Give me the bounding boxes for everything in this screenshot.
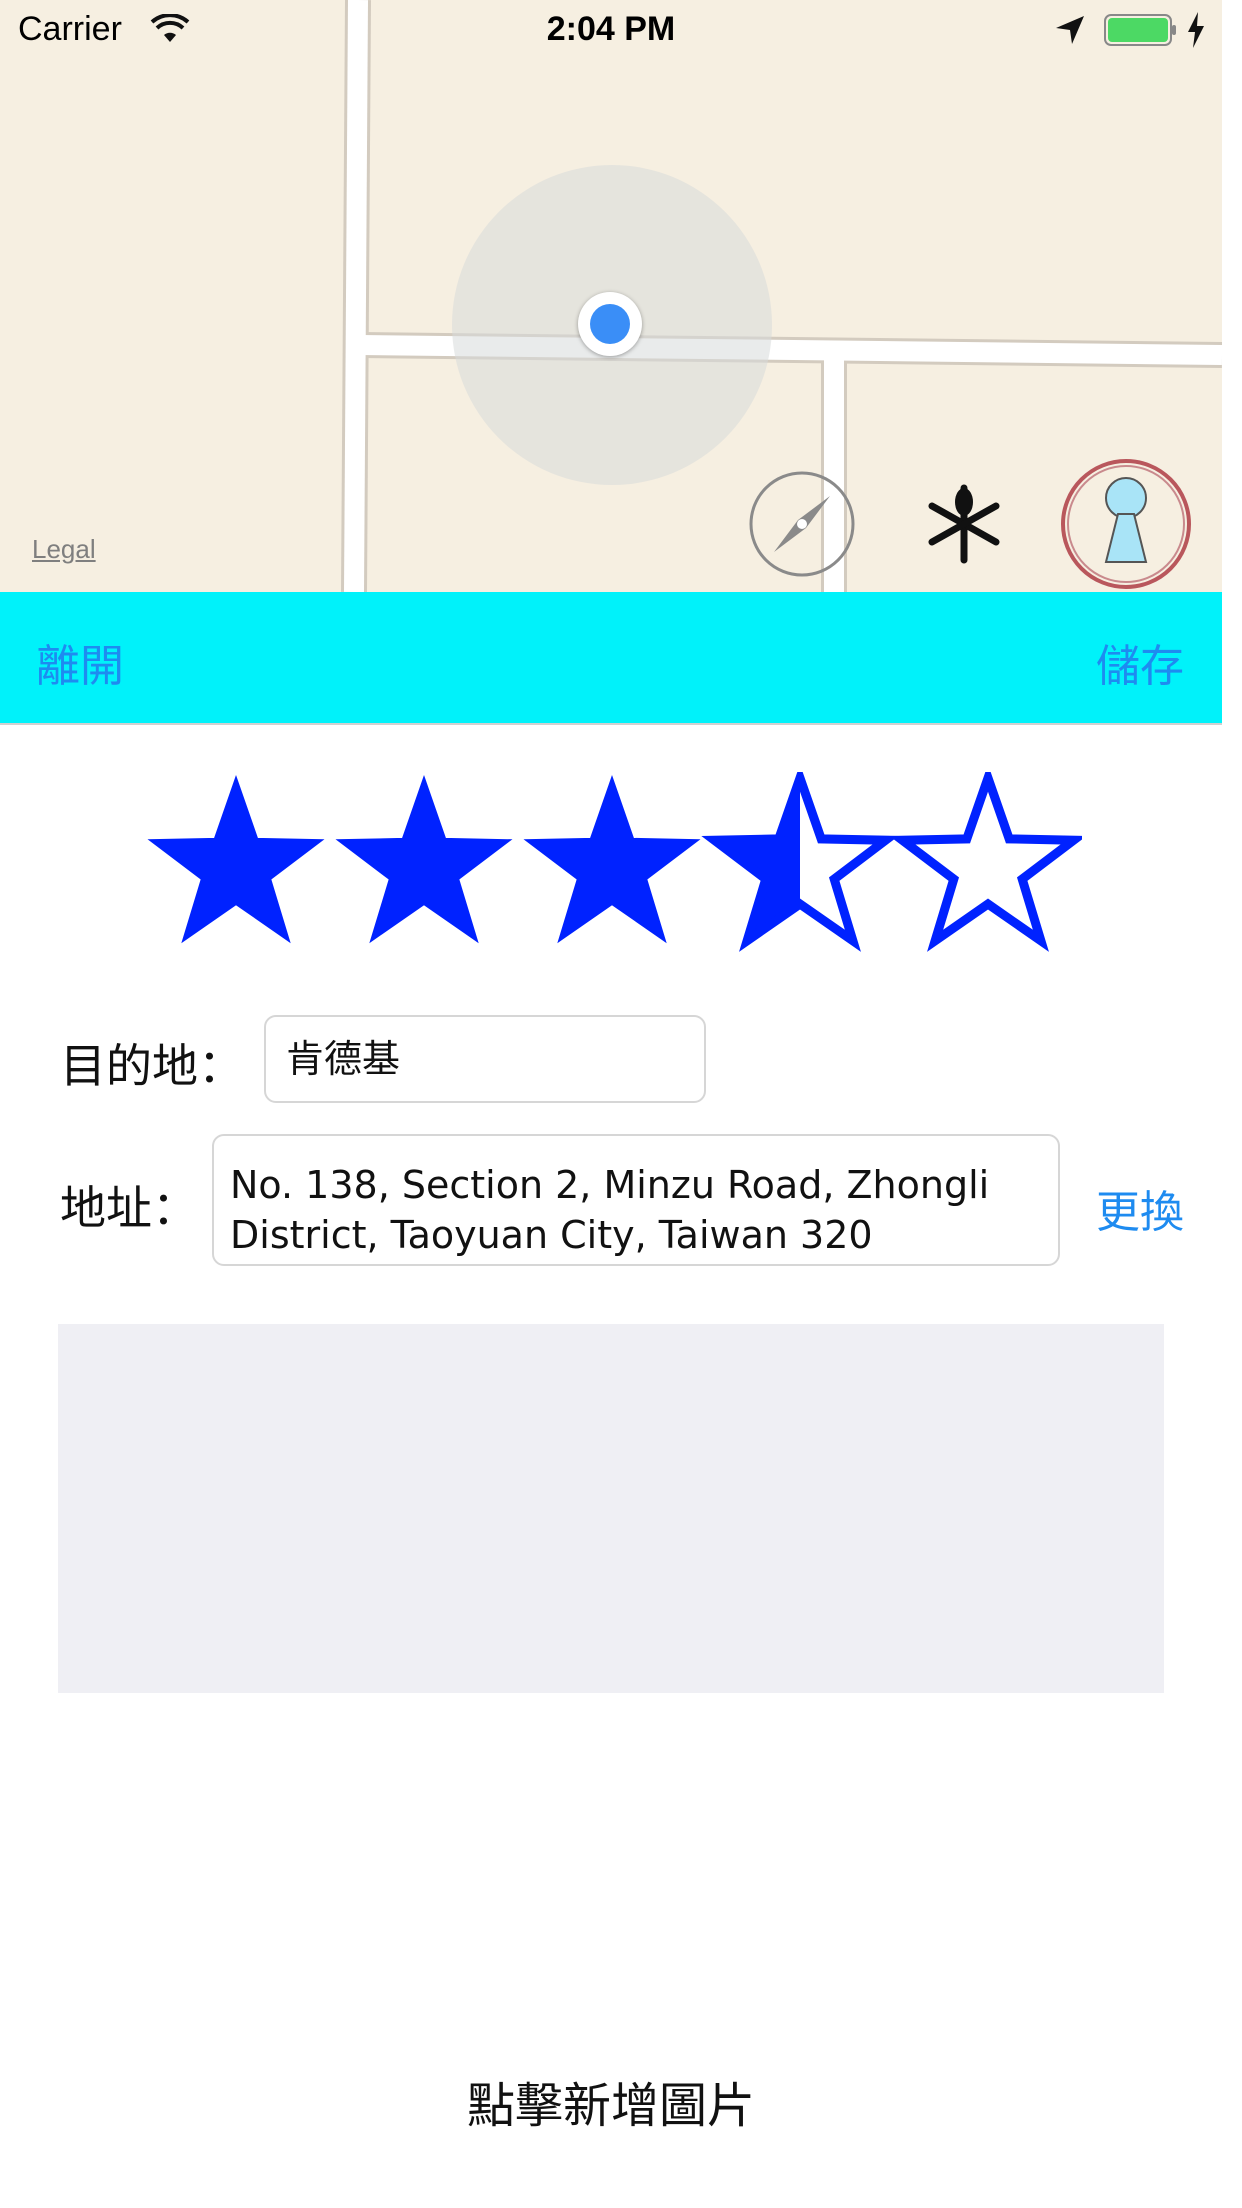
rating-star[interactable] [335, 774, 513, 944]
map-view[interactable]: Legal Carrier 2:04 PM [0, 0, 1222, 592]
change-address-button[interactable]: 更換 [1096, 1176, 1184, 1240]
location-arrow-icon [1056, 16, 1084, 44]
rating-star[interactable] [147, 774, 325, 944]
status-time: 2:04 PM [546, 10, 676, 48]
address-label: 地址： [60, 1181, 198, 1235]
status-bar: Carrier 2:04 PM [0, 0, 1222, 60]
user-location-dot [578, 292, 642, 356]
legal-link[interactable]: Legal [32, 534, 96, 565]
rating-star[interactable] [889, 772, 1082, 952]
compass-button[interactable] [748, 470, 856, 578]
action-toolbar: 離開 儲存 [0, 592, 1222, 725]
person-marker-button[interactable] [1060, 458, 1192, 590]
destination-field[interactable]: 肯德基 [264, 1015, 706, 1103]
leave-button[interactable]: 離開 [36, 630, 124, 694]
destination-label: 目的地： [60, 1039, 244, 1093]
photo-placeholder[interactable] [58, 1324, 1164, 1693]
compass-icon [749, 471, 855, 577]
person-marker-icon [1061, 459, 1191, 589]
save-button[interactable]: 儲存 [1096, 630, 1184, 694]
add-photo-button[interactable]: 點擊新增圖片 [0, 2066, 1222, 2136]
rating-star[interactable] [523, 774, 701, 944]
restaurant-button[interactable] [920, 480, 1008, 568]
star-rating[interactable] [142, 772, 1082, 952]
rating-star[interactable] [701, 772, 899, 952]
restaurant-icon [928, 484, 1000, 564]
battery-icon [1104, 14, 1176, 46]
charging-bolt-icon [1188, 12, 1204, 48]
address-field[interactable]: No. 138, Section 2, Minzu Road, Zhongli … [212, 1134, 1060, 1266]
